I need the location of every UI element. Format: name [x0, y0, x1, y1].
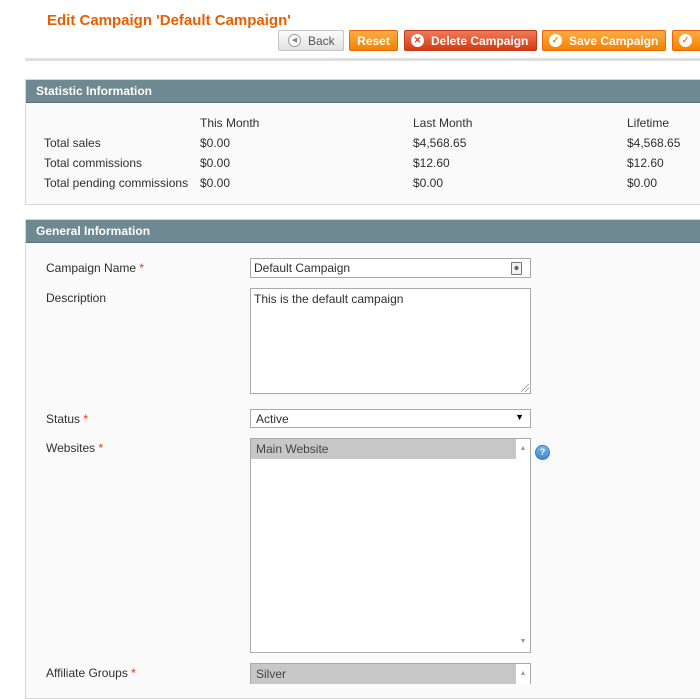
- stat-value: $4,568.65: [413, 136, 467, 150]
- stat-label-total-commissions: Total commissions: [44, 156, 143, 170]
- column-header-this-month: This Month: [200, 116, 260, 130]
- scroll-up-icon[interactable]: ▲: [516, 668, 530, 680]
- stat-value: $0.00: [627, 176, 658, 190]
- affiliate-groups-label: Affiliate Groups *: [46, 666, 136, 680]
- required-mark: *: [131, 666, 136, 680]
- required-mark: *: [83, 412, 89, 426]
- page-title: Edit Campaign 'Default Campaign': [47, 12, 291, 29]
- delete-x-icon: ✕: [411, 34, 424, 47]
- stat-value: $12.60: [413, 156, 450, 170]
- help-question-icon[interactable]: ?: [535, 445, 550, 460]
- description-value: This is the default campaign: [254, 292, 404, 306]
- back-button[interactable]: ◀ Back: [278, 30, 344, 51]
- websites-label: Websites *: [46, 441, 103, 455]
- back-button-label: Back: [308, 33, 335, 48]
- section-header: Statistic Information: [26, 80, 700, 103]
- contact-card-icon[interactable]: ☻: [511, 262, 522, 275]
- section-header: General Information: [26, 220, 700, 243]
- stat-value: $0.00: [200, 156, 231, 170]
- delete-campaign-button-label: Delete Campaign: [431, 33, 529, 48]
- save-campaign-button[interactable]: ✓ Save Campaign: [542, 30, 666, 51]
- campaign-name-label: Campaign Name *: [46, 261, 144, 275]
- stat-label-total-pending-commissions: Total pending commissions: [44, 176, 189, 190]
- reset-button[interactable]: Reset: [349, 30, 398, 51]
- affiliate-groups-multiselect[interactable]: Silver ▲: [250, 663, 531, 684]
- column-header-last-month: Last Month: [413, 116, 473, 130]
- list-item[interactable]: Silver: [251, 664, 516, 684]
- scrollbar[interactable]: ▲ ▼: [516, 439, 530, 652]
- delete-campaign-button[interactable]: ✕ Delete Campaign: [404, 30, 537, 51]
- status-select[interactable]: Active ▼: [250, 409, 531, 428]
- action-toolbar: ◀ Back Reset ✕ Delete Campaign ✓ Save Ca…: [0, 30, 700, 52]
- scroll-up-icon[interactable]: ▲: [516, 443, 530, 455]
- stat-value: $0.00: [200, 176, 231, 190]
- statistic-information-section: Statistic Information This Month Last Mo…: [25, 79, 700, 205]
- scrollbar[interactable]: ▲: [516, 664, 530, 684]
- websites-label-text: Websites: [46, 441, 96, 455]
- campaign-name-input[interactable]: Default Campaign ☻: [250, 258, 531, 278]
- campaign-name-label-text: Campaign Name: [46, 261, 137, 275]
- divider: [25, 58, 700, 61]
- websites-multiselect[interactable]: Main Website ▲ ▼: [250, 438, 531, 653]
- stat-label-total-sales: Total sales: [44, 136, 101, 150]
- stat-value: $0.00: [200, 136, 231, 150]
- scroll-down-icon[interactable]: ▼: [516, 636, 530, 648]
- save-and-continue-button[interactable]: ✓: [672, 30, 700, 51]
- status-value: Active: [256, 412, 289, 426]
- column-header-lifetime: Lifetime: [627, 116, 670, 130]
- required-mark: *: [139, 261, 145, 275]
- resize-handle[interactable]: [521, 384, 529, 392]
- status-label: Status *: [46, 412, 88, 426]
- stat-value: $12.60: [627, 156, 664, 170]
- check-icon: ✓: [549, 34, 562, 47]
- required-mark: *: [98, 441, 104, 455]
- back-arrow-icon: ◀: [288, 34, 301, 47]
- stat-value: $0.00: [413, 176, 444, 190]
- description-textarea[interactable]: This is the default campaign: [250, 288, 531, 394]
- campaign-name-value: Default Campaign: [254, 261, 351, 275]
- check-icon: ✓: [679, 34, 692, 47]
- stat-value: $4,568.65: [627, 136, 681, 150]
- reset-button-label: Reset: [357, 33, 390, 48]
- chevron-down-icon: ▼: [515, 412, 524, 422]
- affiliate-groups-label-text: Affiliate Groups: [46, 666, 128, 680]
- description-label: Description: [46, 291, 107, 305]
- status-label-text: Status: [46, 412, 81, 426]
- save-campaign-button-label: Save Campaign: [569, 33, 659, 48]
- list-item[interactable]: Main Website: [251, 439, 516, 459]
